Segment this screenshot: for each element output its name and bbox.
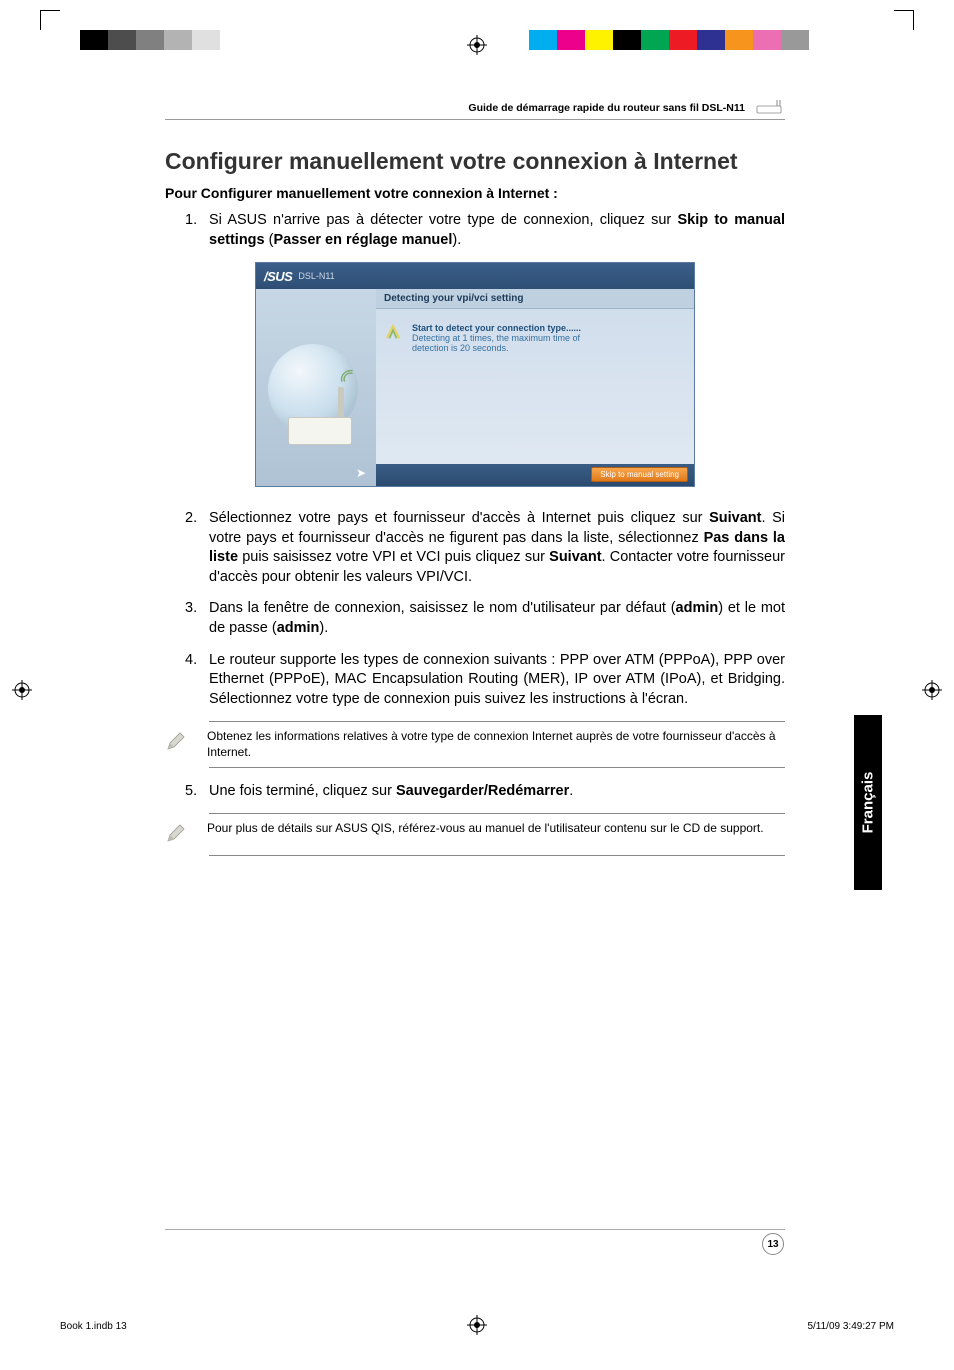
step-body: Le routeur supporte les types de connexi… [209,651,785,710]
instruction-list-continued2: 5. Une fois terminé, cliquez sur Sauvega… [185,782,785,802]
ss-msg-line3: detection is 20 seconds. [412,343,684,353]
page-content: Guide de démarrage rapide du routeur san… [165,100,785,870]
step-number: 1. [185,211,209,250]
registration-mark [467,1315,487,1335]
crop-mark [40,10,60,30]
printer-marks [0,0,954,60]
detect-icon [384,323,402,341]
registration-mark [12,680,32,700]
registration-mark [922,680,942,700]
step-2: 2. Sélectionnez votre pays et fournisseu… [185,509,785,587]
cursor-icon: ➤ [356,466,366,480]
ss-bottom-bar: Skip to manual setting [376,464,694,486]
step-4: 4. Le routeur supporte les types de conn… [185,651,785,710]
step-body: Sélectionnez votre pays et fournisseur d… [209,509,785,587]
ss-message: Start to detect your connection type....… [376,309,694,363]
crop-mark [894,10,914,30]
antenna-icon [338,387,344,421]
instruction-list-continued: 2. Sélectionnez votre pays et fournisseu… [185,509,785,709]
qis-screenshot: /SUS DSL-N11 ➤ Detecting your vpi/vci se… [255,262,695,487]
router-image [288,417,352,445]
step-number: 4. [185,651,209,710]
footer-rule [165,1229,785,1230]
asus-logo: /SUS [264,269,292,284]
color-bar-right [529,30,809,50]
step-3: 3. Dans la fenêtre de connexion, saisiss… [185,599,785,638]
step-number: 2. [185,509,209,587]
step-body: Si ASUS n'arrive pas à détecter votre ty… [209,211,785,250]
pencil-icon [165,730,191,757]
wifi-icon [340,369,358,387]
ss-model: DSL-N11 [298,271,334,281]
ss-titlebar: /SUS DSL-N11 [256,263,694,289]
footer-right: 5/11/09 3:49:27 PM [807,1321,894,1332]
instruction-list: 1. Si ASUS n'arrive pas à détecter votre… [185,211,785,250]
color-bar-left [80,30,220,50]
ss-sidebar: ➤ [256,289,376,486]
note-text: Pour plus de détails sur ASUS QIS, référ… [207,820,764,836]
page-header: Guide de démarrage rapide du routeur san… [165,100,785,120]
note-block-1: Obtenez les informations relatives à vot… [209,721,785,767]
page-subtitle: Pour Configurer manuellement votre conne… [165,185,785,201]
language-tab: Français [854,715,882,890]
step-body: Une fois terminé, cliquez sur Sauvegarde… [209,782,785,802]
note-block-2: Pour plus de détails sur ASUS QIS, référ… [209,813,785,856]
ss-msg-line2: Detecting at 1 times, the maximum time o… [412,333,684,343]
step-1: 1. Si ASUS n'arrive pas à détecter votre… [185,211,785,250]
guide-title: Guide de démarrage rapide du routeur san… [468,102,745,114]
page-title: Configurer manuellement votre connexion … [165,148,785,175]
step-number: 5. [185,782,209,802]
pencil-icon [165,822,191,849]
router-icon [755,100,785,115]
footer-left: Book 1.indb 13 [60,1321,127,1332]
language-label: Français [860,772,877,834]
registration-mark [467,35,487,55]
note-text: Obtenez les informations relatives à vot… [207,728,785,760]
ss-panel-title: Detecting your vpi/vci setting [376,289,694,309]
step-number: 3. [185,599,209,638]
ss-main-panel: Detecting your vpi/vci setting Start to … [376,289,694,486]
skip-manual-button[interactable]: Skip to manual setting [591,467,688,482]
ss-msg-line1: Start to detect your connection type....… [412,323,684,333]
step-body: Dans la fenêtre de connexion, saisissez … [209,599,785,638]
page-number: 13 [762,1233,784,1255]
step-5: 5. Une fois terminé, cliquez sur Sauvega… [185,782,785,802]
